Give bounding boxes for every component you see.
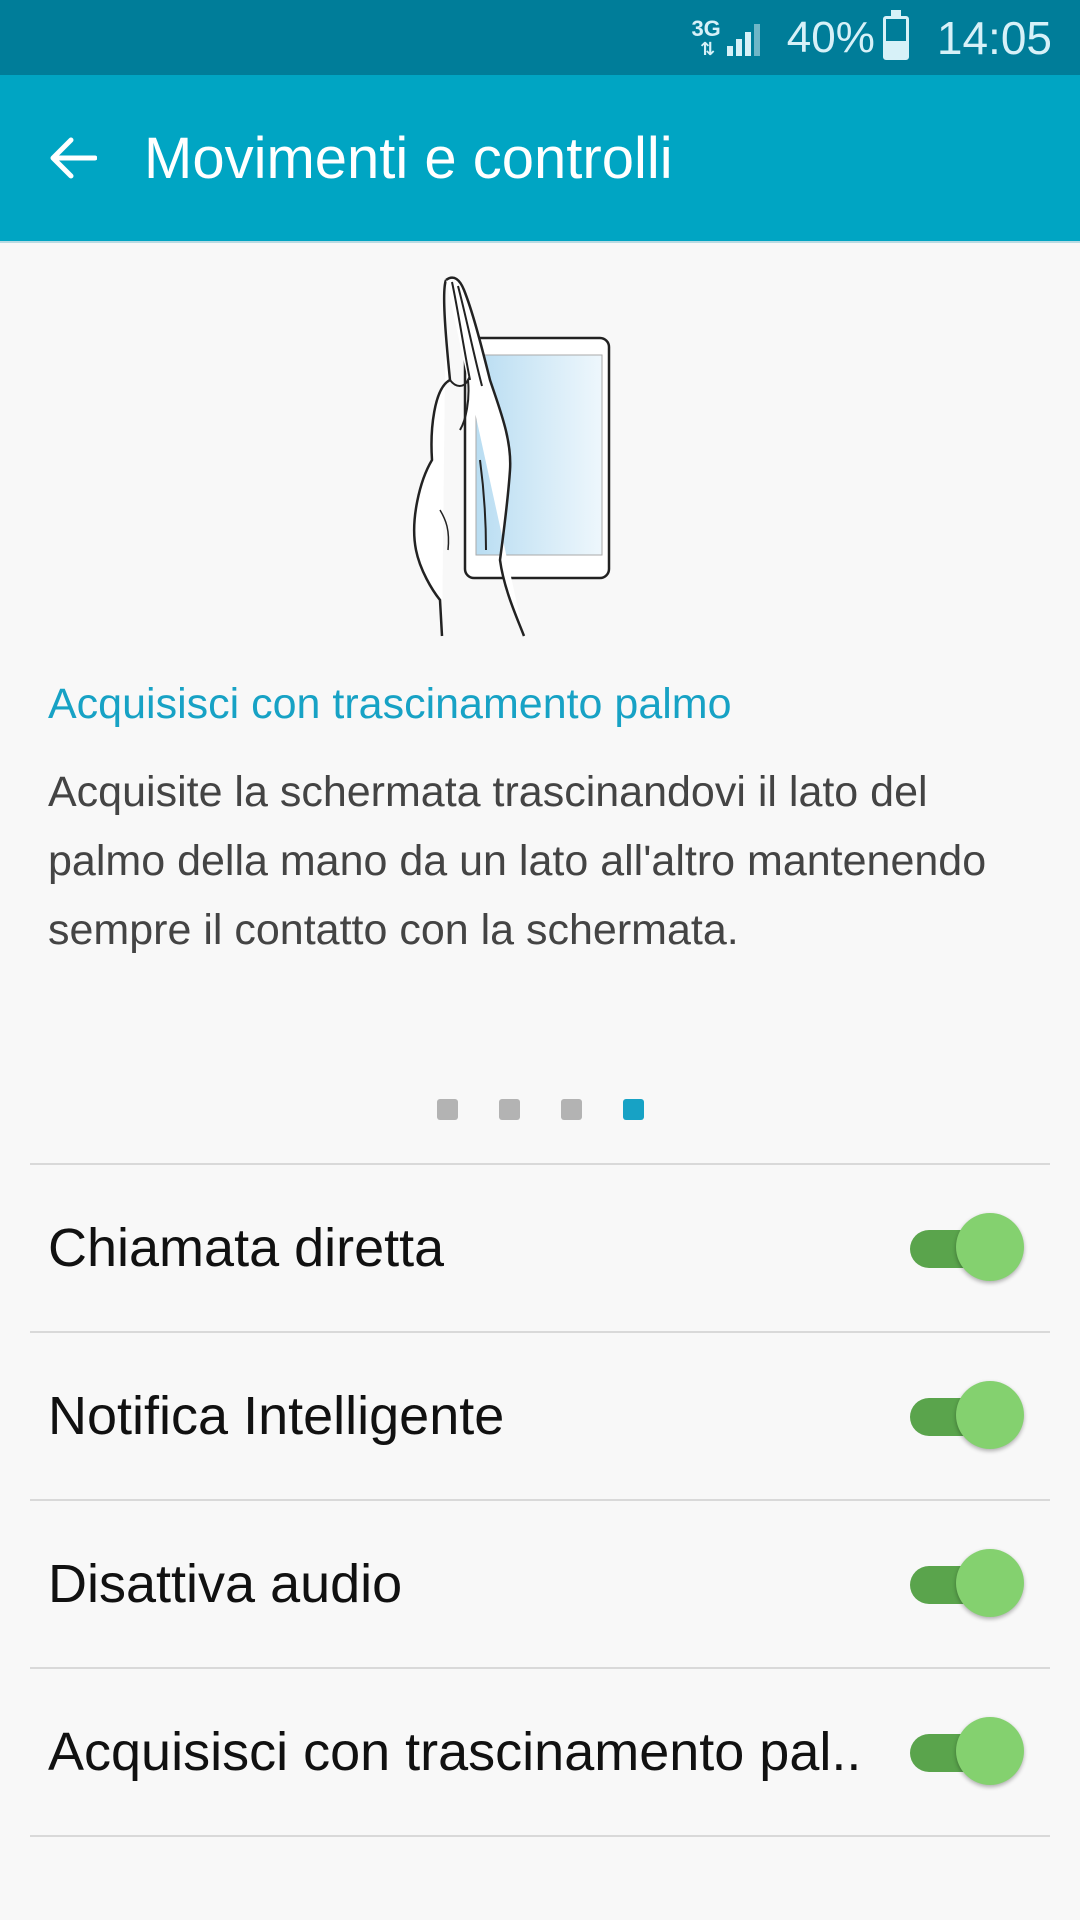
back-button[interactable] xyxy=(0,74,144,242)
feature-description: Acquisite la schermata trascinandovi il … xyxy=(48,768,987,954)
feature-title: Acquisisci con trascinamento palmo xyxy=(48,680,732,728)
mobile-data-icon: 3G ⇅ xyxy=(691,15,721,59)
page-dot[interactable] xyxy=(436,1098,458,1120)
direct-call-toggle[interactable] xyxy=(910,1213,1026,1283)
signal-strength-icon xyxy=(726,23,760,56)
page-dot[interactable] xyxy=(622,1098,644,1120)
page-title: Movimenti e controlli xyxy=(144,125,673,191)
setting-row-direct-call[interactable]: Chiamata diretta xyxy=(30,1165,1050,1333)
page-dot[interactable] xyxy=(498,1098,520,1120)
setting-label: Notifica Intelligente xyxy=(48,1386,505,1446)
arrow-back-icon xyxy=(50,137,97,179)
palm-swipe-toggle[interactable] xyxy=(910,1717,1026,1787)
status-bar: 3G ⇅ 40% 14:05 xyxy=(0,0,1080,75)
setting-row-smart-alert[interactable]: Notifica Intelligente xyxy=(30,1333,1050,1501)
app-bar: Movimenti e controlli xyxy=(0,75,1080,243)
clock: 14:05 xyxy=(936,11,1052,64)
smart-alert-toggle[interactable] xyxy=(910,1381,1026,1451)
page-dot[interactable] xyxy=(560,1098,582,1120)
page-indicator xyxy=(0,1097,1080,1121)
network-type: 3G xyxy=(691,15,721,41)
setting-label: Chiamata diretta xyxy=(48,1218,445,1278)
network-indicator: 3G ⇅ xyxy=(691,15,764,59)
hand-swipe-screen-illustration xyxy=(412,276,611,637)
mute-toggle[interactable] xyxy=(910,1549,1026,1619)
setting-row-palm-swipe[interactable]: Acquisisci con trascinamento pal.. xyxy=(30,1669,1050,1837)
battery-icon xyxy=(882,9,909,60)
settings-list: Chiamata diretta Notifica Intelligente D… xyxy=(30,1163,1050,1837)
setting-row-mute[interactable]: Disattiva audio xyxy=(30,1501,1050,1669)
setting-label: Acquisisci con trascinamento pal.. xyxy=(48,1722,862,1782)
battery-percentage: 40% xyxy=(786,12,875,62)
setting-label: Disattiva audio xyxy=(48,1554,403,1614)
